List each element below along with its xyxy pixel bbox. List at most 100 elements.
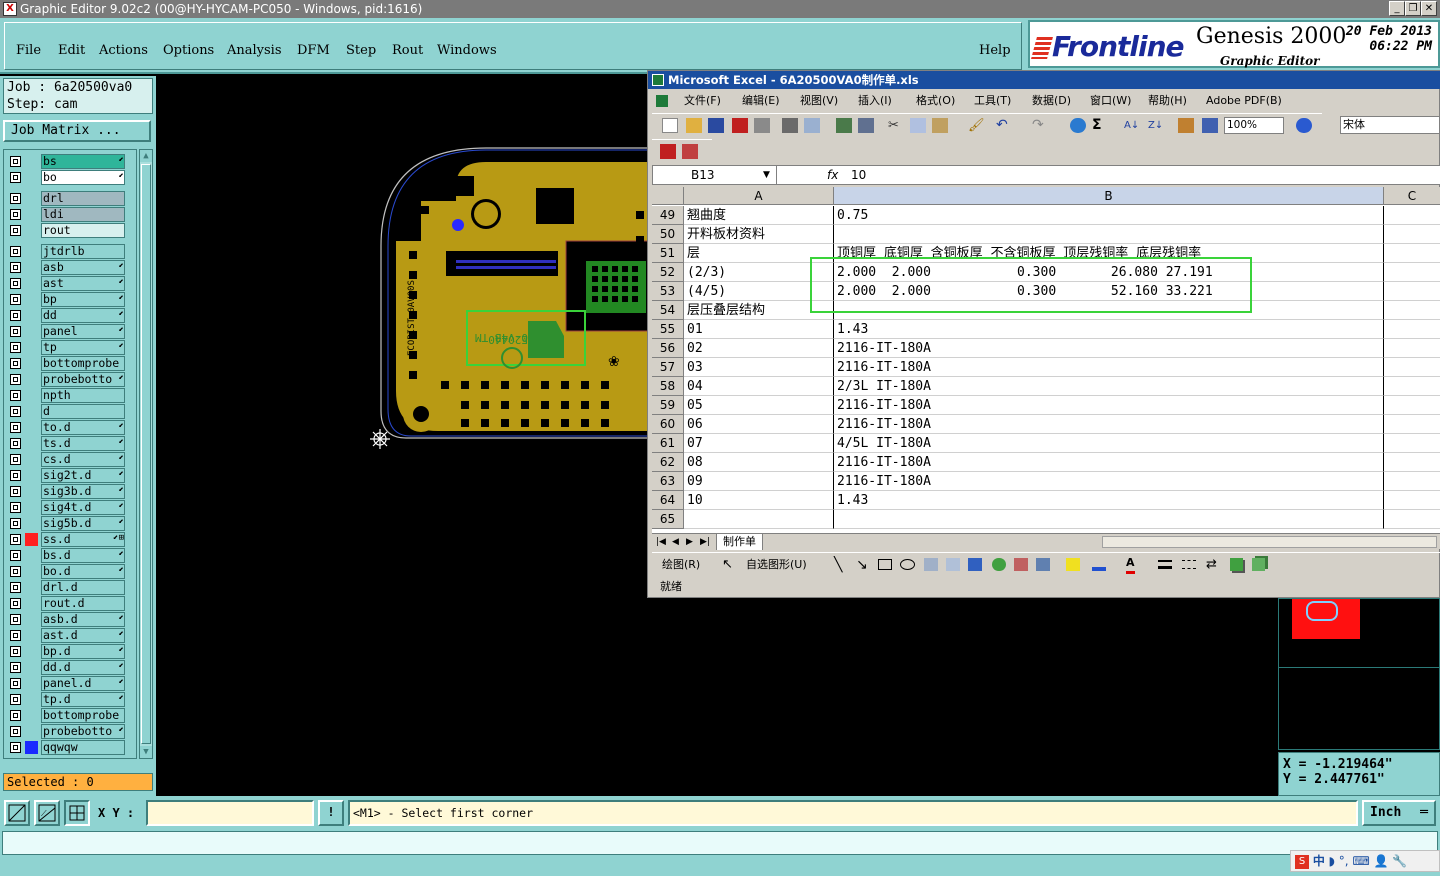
excel-menu-item[interactable]: 帮助(H)	[1148, 91, 1187, 111]
menu-windows[interactable]: Windows	[437, 43, 497, 58]
layer-name[interactable]: jtdrlb	[41, 244, 125, 259]
maximize-button[interactable]: ❐	[1405, 1, 1421, 16]
print-icon[interactable]	[782, 118, 798, 133]
layer-row[interactable]: panel.d ⬋	[4, 676, 138, 691]
layer-row[interactable]: sig2t.d ⬋	[4, 468, 138, 483]
scroll-down-icon[interactable]: ▼	[140, 746, 152, 758]
font-color-icon[interactable]: A	[1126, 555, 1135, 574]
layer-name[interactable]: bs.d	[41, 548, 125, 563]
arrow-icon[interactable]: ↘	[856, 553, 868, 577]
layer-name[interactable]: bo	[41, 170, 125, 185]
message-icon[interactable]: !	[318, 800, 344, 826]
menu-analysis[interactable]: Analysis	[227, 43, 282, 58]
layer-name[interactable]: bp.d	[41, 644, 125, 659]
cell-a[interactable]: (2/3)	[684, 263, 834, 282]
cell-c[interactable]	[1384, 301, 1440, 320]
sheet-prev-icon[interactable]: ◀	[672, 534, 679, 550]
layer-row[interactable]: sig4t.d ⬋	[4, 500, 138, 515]
cell-a[interactable]: 层	[684, 244, 834, 263]
autoshapes-menu[interactable]: 自选图形(U)	[746, 553, 807, 577]
layer-name[interactable]: tp.d	[41, 692, 125, 707]
cell-b[interactable]: 4/5L IT-180A	[834, 434, 1384, 453]
cell-a[interactable]: 04	[684, 377, 834, 396]
layer-checkbox[interactable]	[10, 662, 21, 673]
layer-checkbox[interactable]	[10, 742, 21, 753]
layer-row[interactable]: bo ⬋	[4, 170, 138, 185]
research-icon[interactable]	[858, 118, 874, 133]
layer-scrollbar[interactable]: ▲ ▼	[139, 149, 153, 759]
row-header[interactable]: 65	[652, 510, 684, 529]
layer-name[interactable]: sig5b.d	[41, 516, 125, 531]
layer-checkbox[interactable]	[10, 278, 21, 289]
layer-checkbox[interactable]	[10, 262, 21, 273]
layer-checkbox[interactable]	[10, 438, 21, 449]
redo-icon[interactable]: ↷	[1032, 118, 1048, 133]
layer-checkbox[interactable]	[10, 454, 21, 465]
layer-name[interactable]: cs.d	[41, 452, 125, 467]
vertical-textbox-icon[interactable]	[946, 558, 960, 571]
units-select[interactable]: Inch ═	[1362, 800, 1436, 826]
cell-a[interactable]: 02	[684, 339, 834, 358]
clipart-icon[interactable]	[1014, 558, 1028, 571]
layer-checkbox[interactable]	[10, 678, 21, 689]
line-icon[interactable]: ╲	[834, 553, 842, 577]
draw-menu[interactable]: 绘图(R)	[662, 553, 700, 577]
layer-checkbox[interactable]	[10, 342, 21, 353]
cell-c[interactable]	[1384, 472, 1440, 491]
cell-c[interactable]	[1384, 434, 1440, 453]
layer-checkbox[interactable]	[10, 726, 21, 737]
layer-row[interactable]: ldi	[4, 207, 138, 222]
layer-name[interactable]: tp	[41, 340, 125, 355]
sheet-tab-main[interactable]: 制作单	[716, 534, 763, 550]
sheet-last-icon[interactable]: ▶|	[700, 534, 710, 550]
excel-window[interactable]: Microsoft Excel - 6A20500VA0制作单.xls 文件(F…	[647, 70, 1440, 598]
excel-menu-item[interactable]: Adobe PDF(B)	[1206, 91, 1282, 111]
layer-name[interactable]: ast	[41, 276, 125, 291]
layer-row[interactable]: dd.d ⬋	[4, 660, 138, 675]
cell-a[interactable]: 06	[684, 415, 834, 434]
layer-name[interactable]: sig4t.d	[41, 500, 125, 515]
arrow-style-icon[interactable]: ⇄	[1206, 553, 1217, 577]
layer-name[interactable]: d	[41, 404, 125, 419]
shadow-icon[interactable]	[1230, 558, 1243, 571]
layer-checkbox[interactable]	[10, 294, 21, 305]
name-box-dropdown-icon[interactable]: ▼	[763, 166, 770, 184]
row-header[interactable]: 54	[652, 301, 684, 320]
open-icon[interactable]	[686, 118, 702, 133]
select-objects-icon[interactable]: ↖	[722, 553, 733, 577]
layer-row[interactable]: bottomprobe	[4, 708, 138, 723]
cell-c[interactable]	[1384, 510, 1440, 529]
row-header[interactable]: 60	[652, 415, 684, 434]
row-header[interactable]: 64	[652, 491, 684, 510]
layer-row[interactable]: cs.d ⬋	[4, 452, 138, 467]
layer-name[interactable]: probebotto	[41, 372, 125, 387]
sort-descending-icon[interactable]: Z↓	[1148, 118, 1164, 133]
layer-checkbox[interactable]	[10, 598, 21, 609]
cell-b[interactable]: 2116-IT-180A	[834, 415, 1384, 434]
cell-b[interactable]	[834, 225, 1384, 244]
select-all-corner[interactable]	[652, 187, 684, 205]
column-header-b[interactable]: B	[834, 187, 1384, 205]
layer-row[interactable]: asb ⬋	[4, 260, 138, 275]
layer-row[interactable]: ss.d ⬋⊞	[4, 532, 138, 547]
new-icon[interactable]	[662, 118, 678, 133]
layer-row[interactable]: npth	[4, 388, 138, 403]
layer-name[interactable]: panel.d	[41, 676, 125, 691]
layer-checkbox[interactable]	[10, 518, 21, 529]
ime-mode[interactable]: 中	[1313, 854, 1325, 868]
layer-name[interactable]: bottomprobe	[41, 356, 125, 371]
layer-name[interactable]: qqwqw	[41, 740, 125, 755]
cell-c[interactable]	[1384, 263, 1440, 282]
layer-name[interactable]: sig3b.d	[41, 484, 125, 499]
cell-b[interactable]: 2116-IT-180A	[834, 472, 1384, 491]
minimize-button[interactable]: _	[1389, 1, 1405, 16]
row-header[interactable]: 59	[652, 396, 684, 415]
layer-row[interactable]: bp ⬋	[4, 292, 138, 307]
layer-name[interactable]: ts.d	[41, 436, 125, 451]
undo-icon[interactable]: ↶	[996, 118, 1012, 133]
layer-row[interactable]: ts.d ⬋	[4, 436, 138, 451]
layer-row[interactable]: bottomprobe	[4, 356, 138, 371]
layer-row[interactable]: panel ⬋	[4, 324, 138, 339]
layer-row[interactable]: sig3b.d ⬋	[4, 484, 138, 499]
sogou-icon[interactable]: S	[1295, 854, 1309, 869]
